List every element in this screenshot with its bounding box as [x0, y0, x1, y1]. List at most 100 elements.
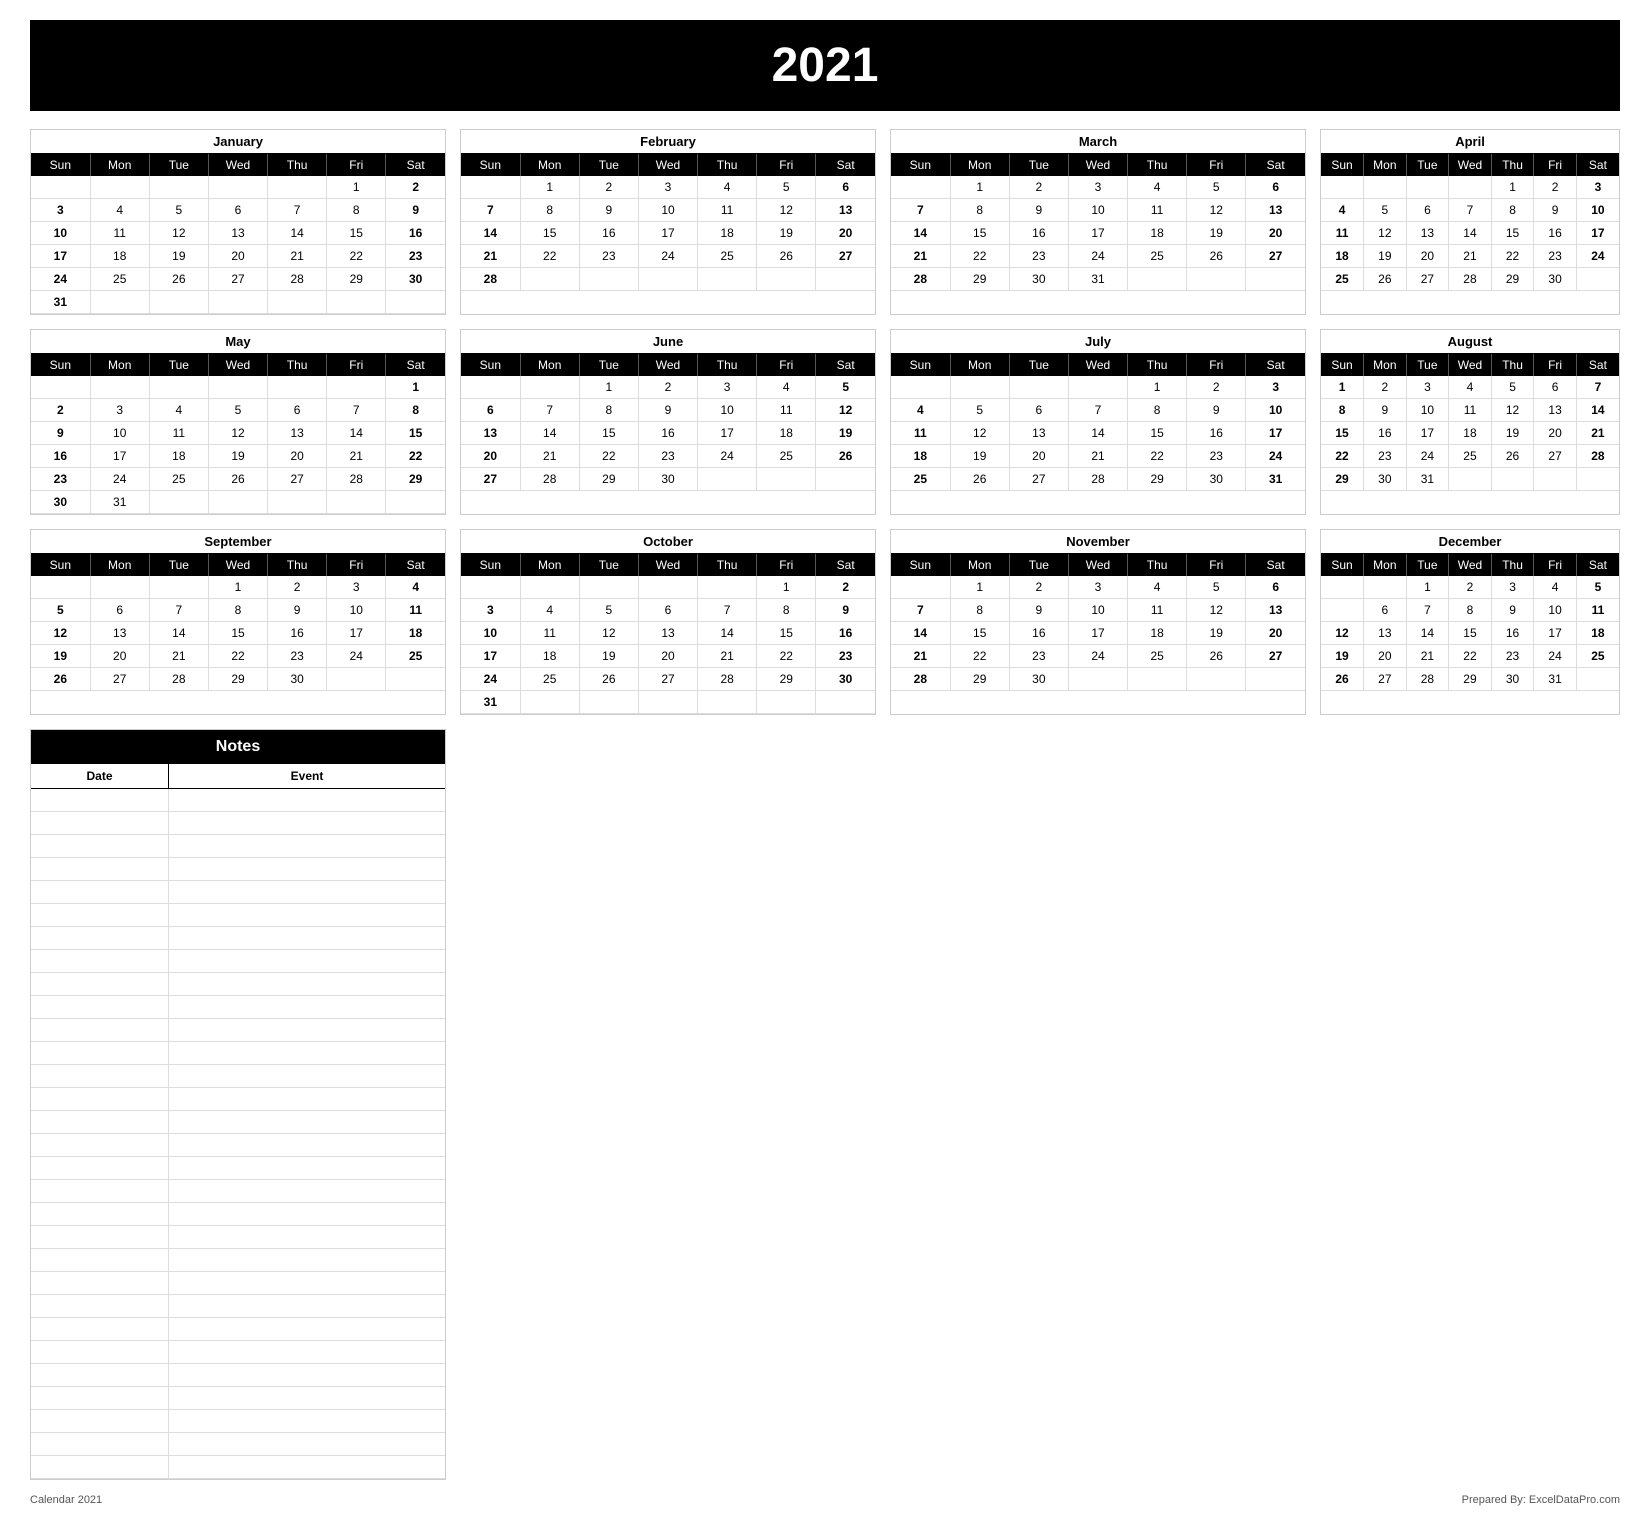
- calendar-day: 10: [1246, 399, 1305, 422]
- calendar-day: 22: [1321, 445, 1364, 468]
- calendar-day: 7: [149, 599, 208, 622]
- month-title-may: May: [31, 330, 445, 354]
- notes-row-date-cell: [31, 1387, 169, 1409]
- notes-row: [31, 1226, 445, 1249]
- calendar-day: 27: [1406, 268, 1449, 291]
- calendar-day: 8: [1128, 399, 1187, 422]
- day-header-fri: Fri: [327, 354, 386, 376]
- calendar-day: 19: [208, 445, 267, 468]
- day-header-thu: Thu: [268, 154, 327, 176]
- day-header-sun: Sun: [1321, 154, 1364, 176]
- calendar-day: [268, 491, 327, 514]
- calendar-day: 15: [579, 422, 638, 445]
- notes-row-date-cell: [31, 1272, 169, 1294]
- calendar-day: 16: [268, 622, 327, 645]
- calendar-day: 20: [1534, 422, 1577, 445]
- calendar-day: [891, 176, 950, 199]
- day-header-thu: Thu: [1128, 554, 1187, 576]
- calendar-day: 22: [579, 445, 638, 468]
- calendar-day: 2: [1187, 376, 1246, 399]
- calendar-day: 18: [1128, 622, 1187, 645]
- calendar-day: 4: [757, 376, 816, 399]
- month-table-january: SunMonTueWedThuFriSat1234567891011121314…: [31, 154, 445, 314]
- calendar-day: 4: [1321, 199, 1364, 222]
- calendar-day: 27: [1534, 445, 1577, 468]
- day-header-wed: Wed: [638, 154, 697, 176]
- calendar-day: 3: [1246, 376, 1305, 399]
- day-header-wed: Wed: [1449, 554, 1492, 576]
- calendar-grid: JanuarySunMonTueWedThuFriSat123456789101…: [30, 129, 1620, 1480]
- calendar-day: 20: [268, 445, 327, 468]
- calendar-day: 30: [268, 668, 327, 691]
- day-header-sat: Sat: [1576, 354, 1619, 376]
- calendar-day: 1: [520, 176, 579, 199]
- calendar-day: 3: [1576, 176, 1619, 199]
- calendar-day: 24: [90, 468, 149, 491]
- calendar-day: 23: [386, 245, 445, 268]
- calendar-day: [327, 491, 386, 514]
- notes-row: [31, 1088, 445, 1111]
- calendar-day: 29: [1491, 268, 1534, 291]
- calendar-day: 6: [268, 399, 327, 422]
- calendar-day: [268, 376, 327, 399]
- notes-row-event-cell: [169, 812, 445, 834]
- calendar-day: 3: [461, 599, 520, 622]
- calendar-september: SeptemberSunMonTueWedThuFriSat1234567891…: [30, 529, 446, 715]
- calendar-day: 13: [268, 422, 327, 445]
- notes-row-event-cell: [169, 1456, 445, 1478]
- calendar-day: 15: [1128, 422, 1187, 445]
- day-header-sun: Sun: [461, 154, 520, 176]
- calendar-day: 25: [520, 668, 579, 691]
- notes-row-event-cell: [169, 1364, 445, 1386]
- calendar-day: 17: [1068, 222, 1127, 245]
- day-header-fri: Fri: [757, 554, 816, 576]
- calendar-day: 9: [1364, 399, 1407, 422]
- calendar-day: 21: [149, 645, 208, 668]
- calendar-day: [149, 176, 208, 199]
- calendar-day: 3: [1491, 576, 1534, 599]
- calendar-day: 13: [1534, 399, 1577, 422]
- calendar-day: 12: [816, 399, 875, 422]
- day-header-tue: Tue: [579, 154, 638, 176]
- day-header-sun: Sun: [461, 354, 520, 376]
- calendar-day: 28: [268, 268, 327, 291]
- calendar-day: 19: [1491, 422, 1534, 445]
- calendar-day: 7: [1406, 599, 1449, 622]
- calendar-day: [698, 691, 757, 714]
- calendar-day: 24: [461, 668, 520, 691]
- day-header-sun: Sun: [891, 354, 950, 376]
- calendar-day: 16: [579, 222, 638, 245]
- notes-row: [31, 789, 445, 812]
- calendar-day: 11: [698, 199, 757, 222]
- calendar-day: 16: [1009, 622, 1068, 645]
- notes-row-event-cell: [169, 1295, 445, 1317]
- calendar-day: [1321, 576, 1364, 599]
- calendar-day: 24: [31, 268, 90, 291]
- notes-row-event-cell: [169, 996, 445, 1018]
- calendar-day: [268, 291, 327, 314]
- calendar-day: 13: [816, 199, 875, 222]
- notes-row-event-cell: [169, 1203, 445, 1225]
- calendar-day: 7: [891, 599, 950, 622]
- calendar-october: OctoberSunMonTueWedThuFriSat123456789101…: [460, 529, 876, 715]
- calendar-day: 11: [149, 422, 208, 445]
- calendar-day: 27: [1364, 668, 1407, 691]
- calendar-day: 2: [386, 176, 445, 199]
- notes-row: [31, 835, 445, 858]
- notes-row-date-cell: [31, 996, 169, 1018]
- calendar-day: 15: [1491, 222, 1534, 245]
- notes-row-date-cell: [31, 881, 169, 903]
- calendar-day: 18: [698, 222, 757, 245]
- month-table-may: SunMonTueWedThuFriSat1234567891011121314…: [31, 354, 445, 514]
- calendar-day: 12: [757, 199, 816, 222]
- calendar-day: 22: [327, 245, 386, 268]
- calendar-day: [891, 576, 950, 599]
- calendar-day: [891, 376, 950, 399]
- calendar-day: 15: [386, 422, 445, 445]
- calendar-day: 9: [1491, 599, 1534, 622]
- calendar-day: 6: [1364, 599, 1407, 622]
- month-table-february: SunMonTueWedThuFriSat1234567891011121314…: [461, 154, 875, 291]
- calendar-day: [1187, 268, 1246, 291]
- notes-row-event-cell: [169, 1180, 445, 1202]
- calendar-day: 2: [816, 576, 875, 599]
